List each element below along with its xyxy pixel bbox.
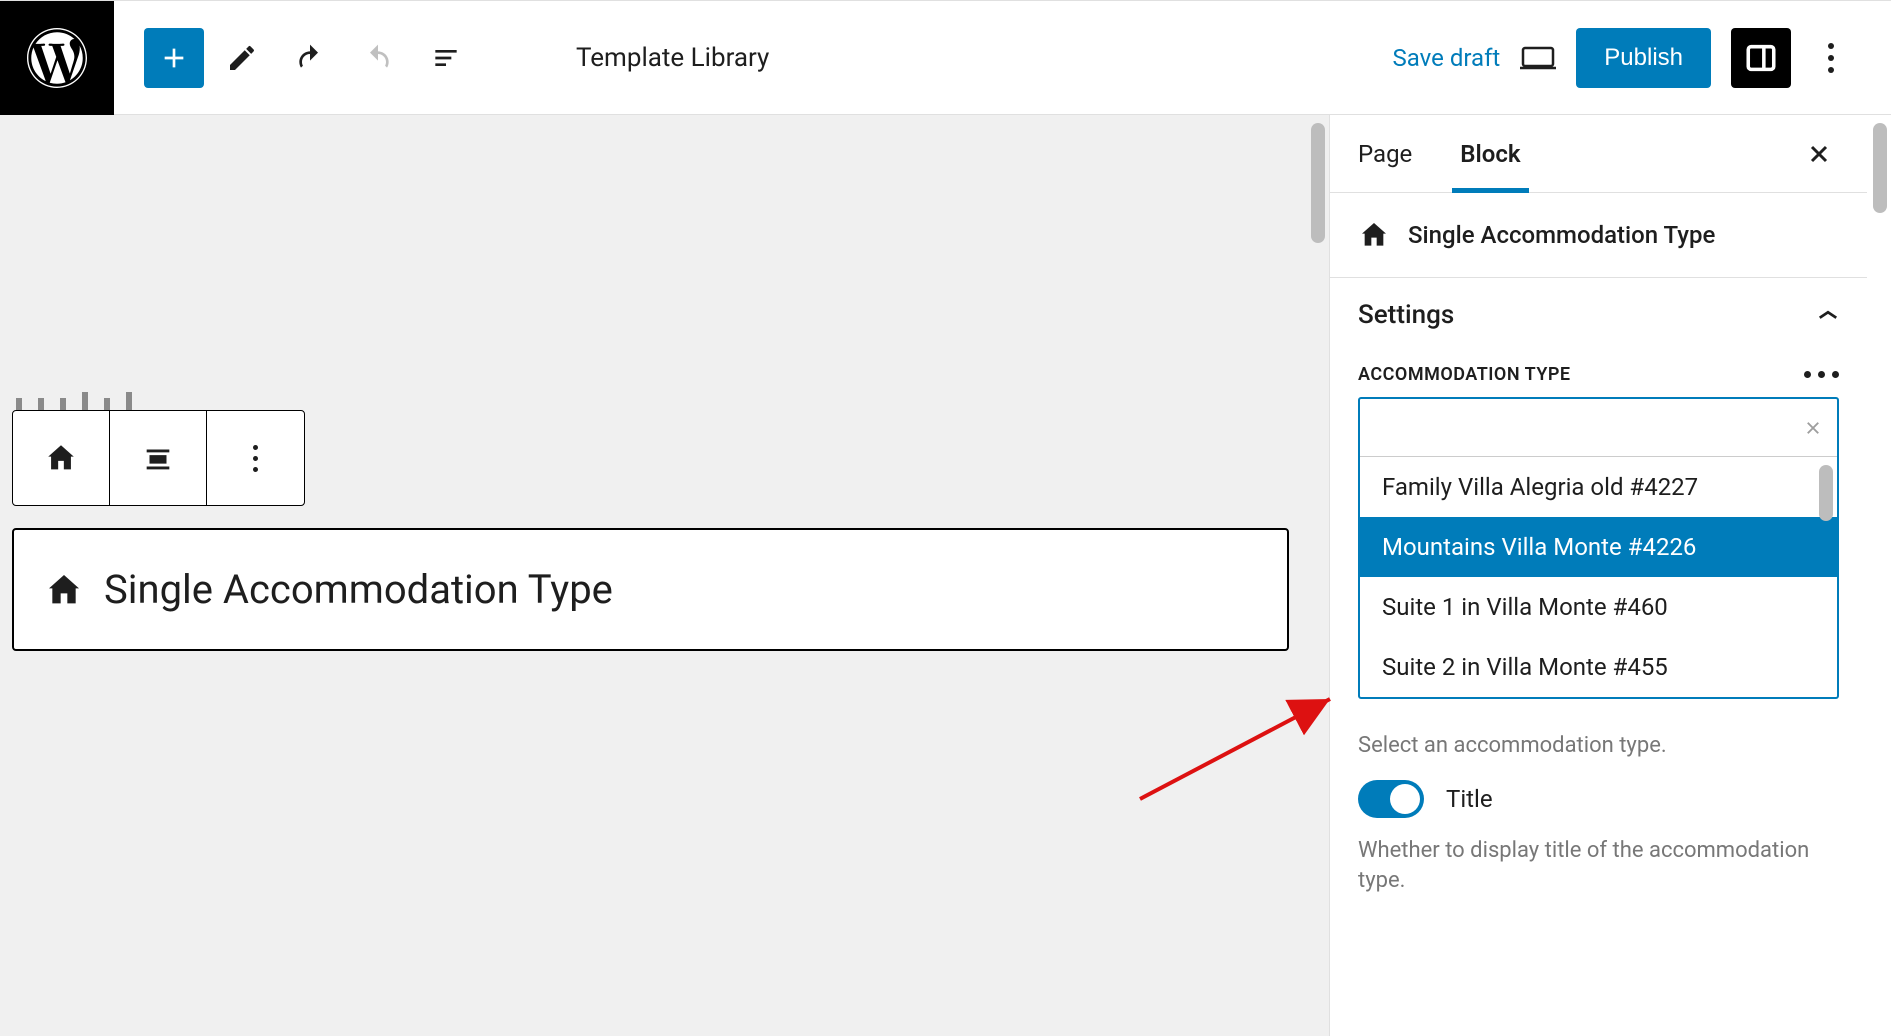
chevron-up-icon [1817,306,1839,325]
accommodation-type-combobox[interactable]: Family Villa Alegria old #4227 Mountains… [1358,397,1839,699]
close-icon [1807,142,1831,166]
close-panel-button[interactable] [1799,134,1839,174]
block-align-button[interactable] [110,411,207,505]
list-scrollbar[interactable] [1819,465,1833,521]
toolbar-right: Save draft Publish [1393,28,1891,88]
combobox-input[interactable] [1360,399,1837,457]
house-icon [1358,219,1390,251]
canvas-scrollbar[interactable] [1307,115,1329,1036]
tab-block[interactable]: Block [1460,116,1520,192]
undo-button[interactable] [280,28,340,88]
field-label: ACCOMMODATION TYPE [1358,364,1571,385]
tab-page[interactable]: Page [1358,116,1412,192]
sidebar-icon [1744,41,1778,75]
close-icon [1804,419,1822,437]
field-options-button[interactable] [1804,371,1839,378]
toolbar-left [114,28,476,88]
toggle-label: Title [1446,785,1493,813]
sidebar-tabs: Page Block [1330,115,1867,193]
edit-tool-button[interactable] [212,28,272,88]
more-vertical-icon [1828,43,1834,73]
house-icon [44,441,78,475]
toggle-help-text: Whether to display title of the accommod… [1330,830,1867,911]
preview-button[interactable] [1520,44,1556,72]
settings-panel-header[interactable]: Settings [1330,278,1867,340]
align-icon [141,441,175,475]
combobox-listbox: Family Villa Alegria old #4227 Mountains… [1360,457,1837,697]
title-toggle-row: Title [1330,768,1867,830]
field-help-text: Select an accommodation type. [1330,715,1867,768]
sidebar-toggle-button[interactable] [1731,28,1791,88]
block-drag-indicator [16,392,132,410]
sidebar-scrollbar[interactable] [1869,115,1891,1036]
combobox-option[interactable]: Family Villa Alegria old #4227 [1360,457,1837,517]
selected-block[interactable]: Single Accommodation Type [12,528,1289,651]
settings-label: Settings [1358,300,1454,330]
redo-icon [362,42,394,74]
publish-button[interactable]: Publish [1576,28,1711,88]
device-preview-icon [1520,44,1556,72]
block-name: Single Accommodation Type [1408,221,1715,249]
options-button[interactable] [1811,28,1851,88]
pencil-icon [226,42,258,74]
clear-input-button[interactable] [1801,416,1825,440]
document-title: Template Library [576,43,769,73]
block-toolbar [12,410,305,506]
block-header: Single Accommodation Type [1330,193,1867,278]
settings-sidebar: Page Block Single Accommodation Type Set… [1329,115,1891,1036]
editor-canvas[interactable]: Single Accommodation Type [0,115,1329,1036]
combobox-option[interactable]: Suite 1 in Villa Monte #460 [1360,577,1837,637]
save-draft-button[interactable]: Save draft [1393,44,1501,72]
document-overview-button[interactable] [416,28,476,88]
title-toggle[interactable] [1358,780,1424,818]
accommodation-type-field: ACCOMMODATION TYPE Fa [1330,340,1867,715]
editor-topbar: Template Library Save draft Publish [0,1,1891,115]
house-icon [44,570,84,610]
redo-button[interactable] [348,28,408,88]
block-more-button[interactable] [207,411,304,505]
more-horizontal-icon [1804,371,1839,378]
wordpress-icon [27,28,87,88]
undo-icon [294,42,326,74]
block-title: Single Accommodation Type [104,566,613,613]
combobox-option[interactable]: Mountains Villa Monte #4226 [1360,517,1837,577]
more-vertical-icon [253,445,258,472]
block-type-button[interactable] [13,411,110,505]
combobox-option[interactable]: Suite 2 in Villa Monte #455 [1360,637,1837,697]
plus-icon [158,42,190,74]
add-block-button[interactable] [144,28,204,88]
list-icon [430,42,462,74]
wordpress-logo[interactable] [0,1,114,115]
